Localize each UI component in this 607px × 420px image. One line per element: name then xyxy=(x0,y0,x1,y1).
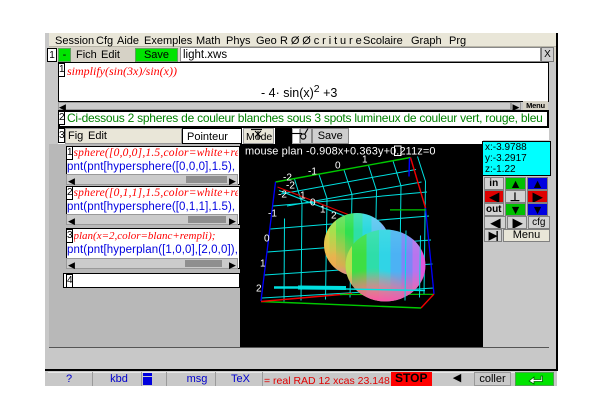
svg-text:mouse plan -0.908x+0.363y+0.21: mouse plan -0.908x+0.363y+0.211z=0 xyxy=(245,145,436,157)
svg-text:1: 1 xyxy=(300,190,306,201)
svg-text:-2: -2 xyxy=(278,189,287,200)
svg-text:0: 0 xyxy=(335,160,341,171)
svg-text:-1: -1 xyxy=(268,208,277,219)
svg-text:0: 0 xyxy=(310,197,316,208)
svg-text:2: 2 xyxy=(331,210,337,221)
svg-text:0: 0 xyxy=(264,233,270,244)
svg-text:1: 1 xyxy=(260,258,266,269)
svg-text:-1: -1 xyxy=(308,166,317,177)
svg-text:2: 2 xyxy=(256,283,262,294)
svg-text:-2: -2 xyxy=(286,180,295,191)
svg-text:1: 1 xyxy=(320,204,326,215)
